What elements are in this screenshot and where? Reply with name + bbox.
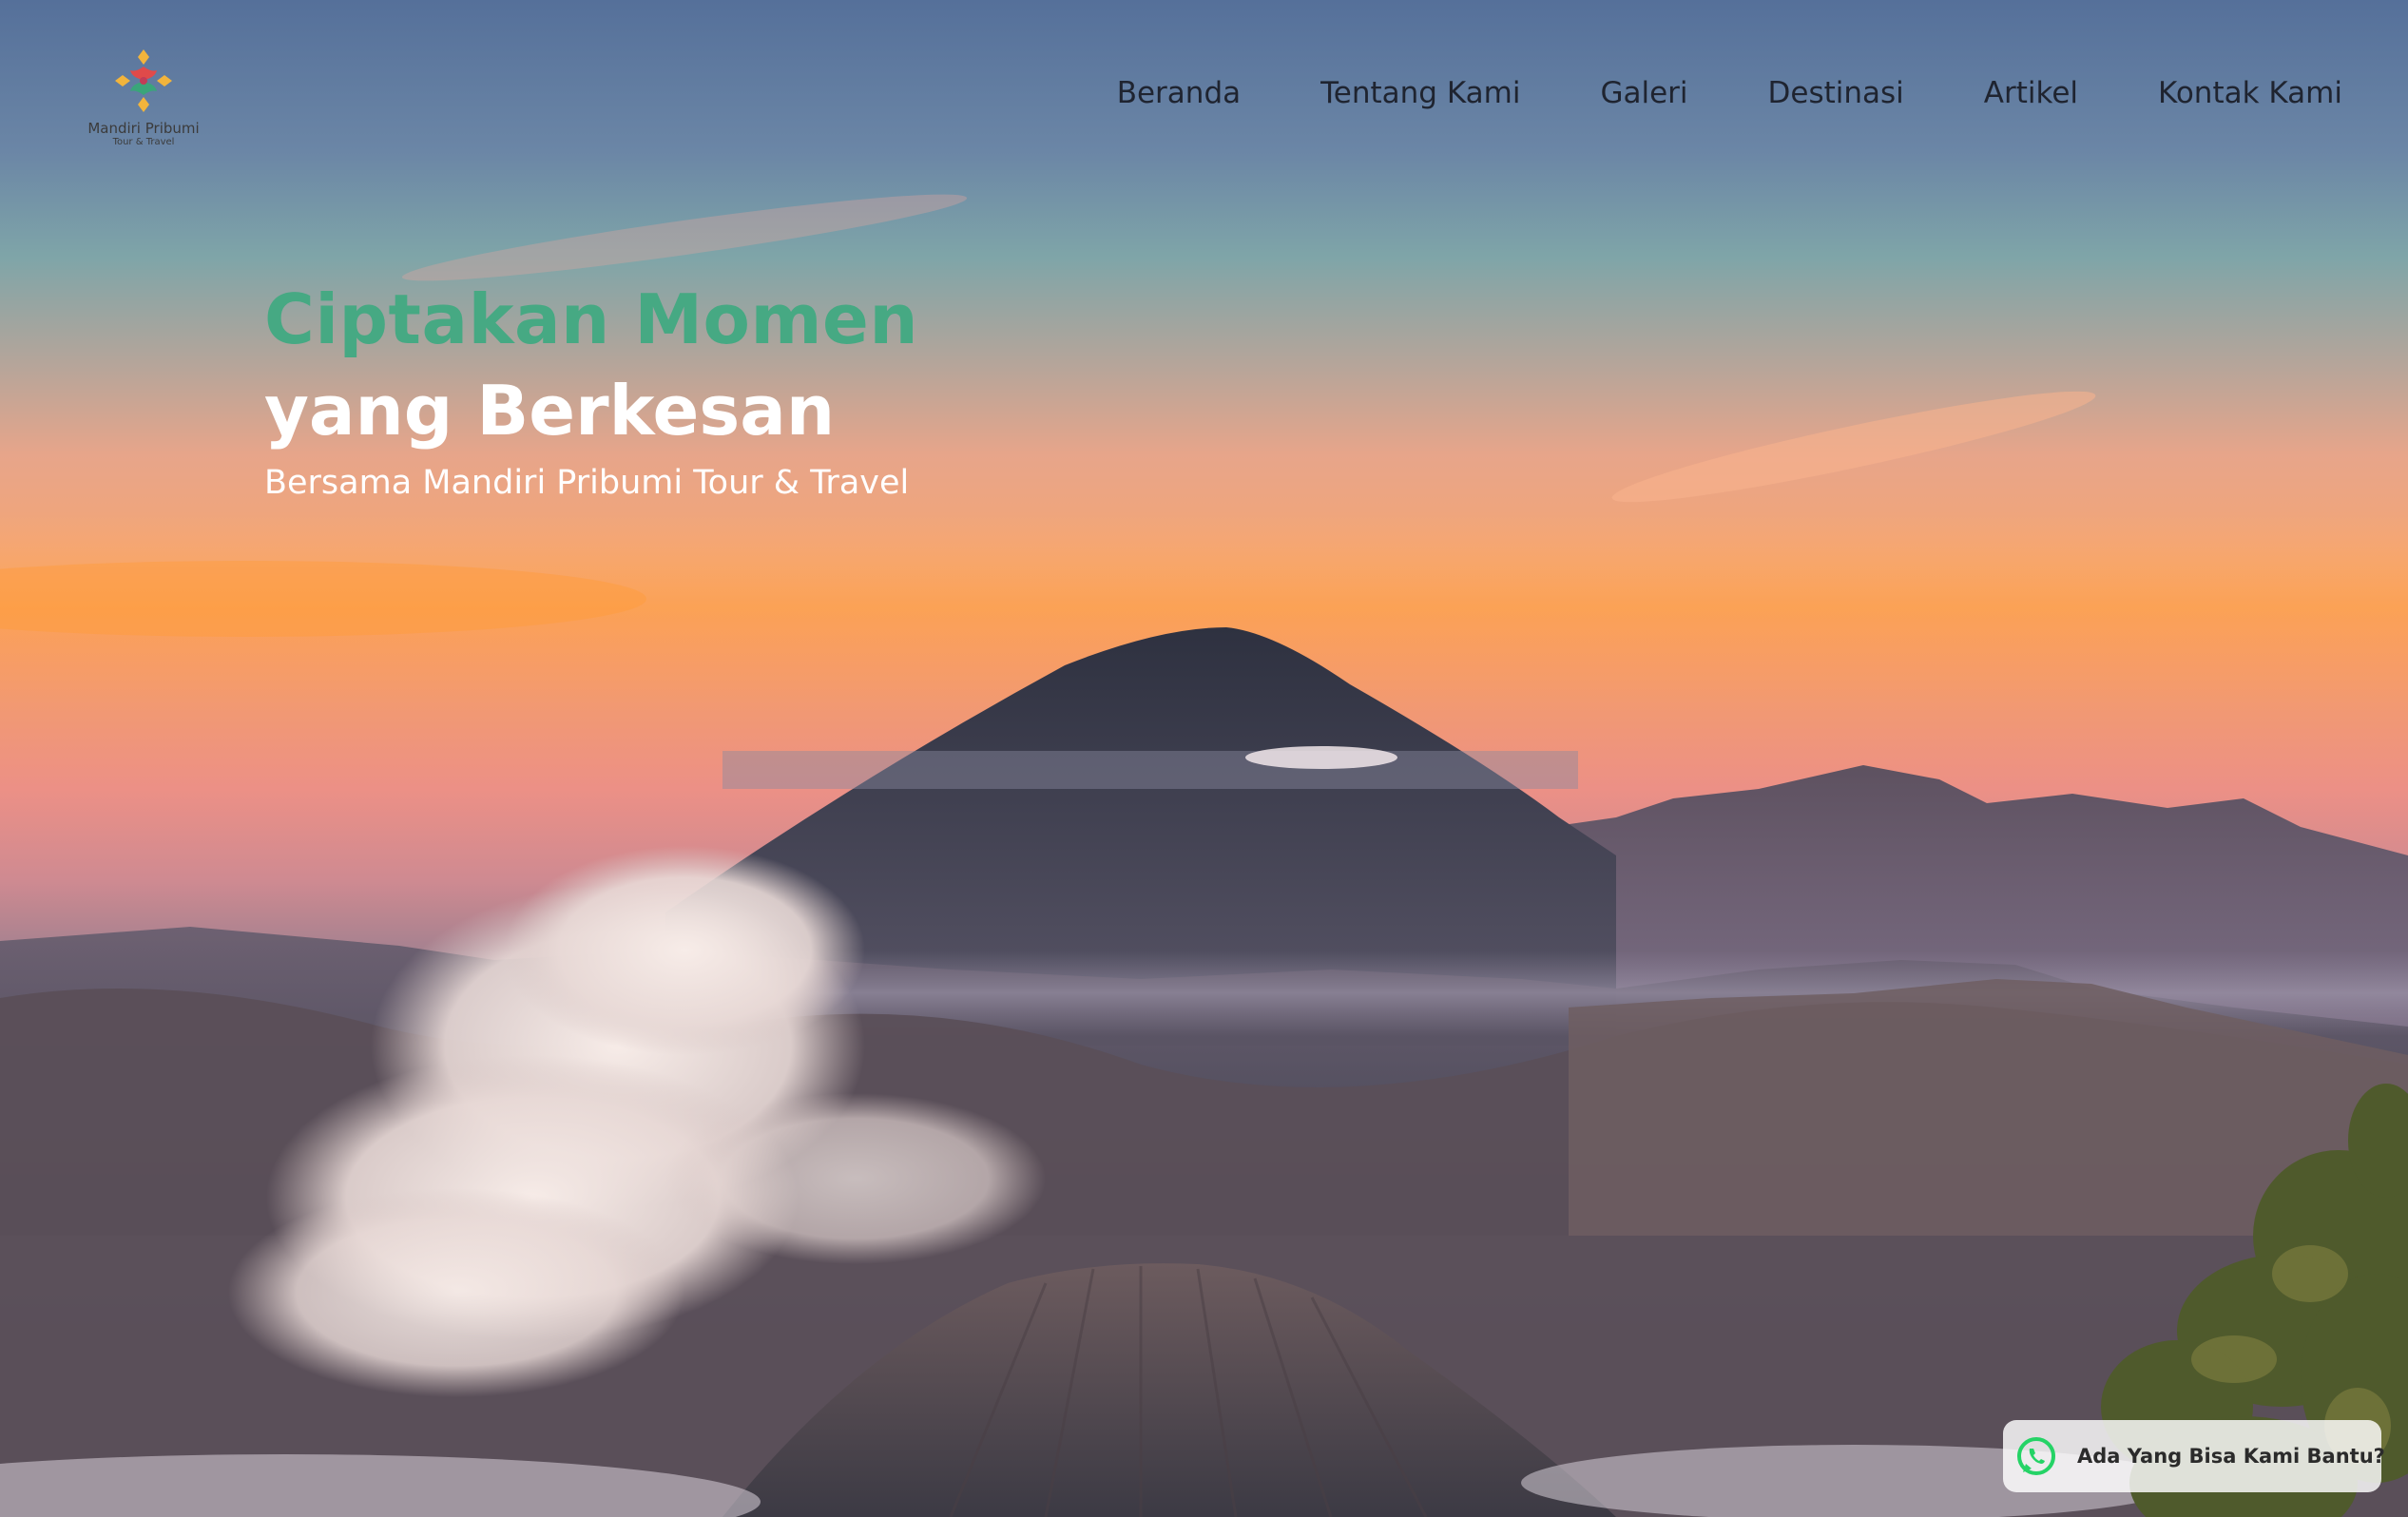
chat-widget-label: Ada Yang Bisa Kami Bantu? — [2077, 1445, 2385, 1468]
nav-item-kontak-kami[interactable]: Kontak Kami — [2158, 76, 2342, 110]
brand-name: Mandiri Pribumi — [87, 120, 200, 137]
flower-diamond-logo-icon — [115, 49, 172, 112]
main-navigation: Beranda Tentang Kami Galeri Destinasi Ar… — [1117, 76, 2342, 110]
nav-item-artikel[interactable]: Artikel — [1984, 76, 2078, 110]
nav-item-destinasi[interactable]: Destinasi — [1768, 76, 1904, 110]
whatsapp-chat-button[interactable]: Ada Yang Bisa Kami Bantu? — [2003, 1420, 2385, 1492]
whatsapp-icon — [2017, 1437, 2055, 1475]
brand-logo[interactable]: Mandiri Pribumi Tour & Travel — [82, 46, 205, 147]
nav-item-tentang-kami[interactable]: Tentang Kami — [1320, 76, 1520, 110]
headline-line-1: Ciptakan Momen — [264, 279, 919, 359]
brand-subtitle: Tour & Travel — [112, 137, 175, 147]
headline-line-2: yang Berkesan — [264, 371, 836, 451]
nav-item-beranda[interactable]: Beranda — [1117, 76, 1241, 110]
nav-item-galeri[interactable]: Galeri — [1600, 76, 1687, 110]
hero-section: Mandiri Pribumi Tour & Travel Beranda Te… — [0, 0, 2408, 1517]
hero-background-image — [0, 194, 2408, 1517]
hero-headline: Ciptakan Momen yang Berkesan Bersama Man… — [264, 274, 918, 502]
hero-tagline: Bersama Mandiri Pribumi Tour & Travel — [264, 464, 910, 502]
